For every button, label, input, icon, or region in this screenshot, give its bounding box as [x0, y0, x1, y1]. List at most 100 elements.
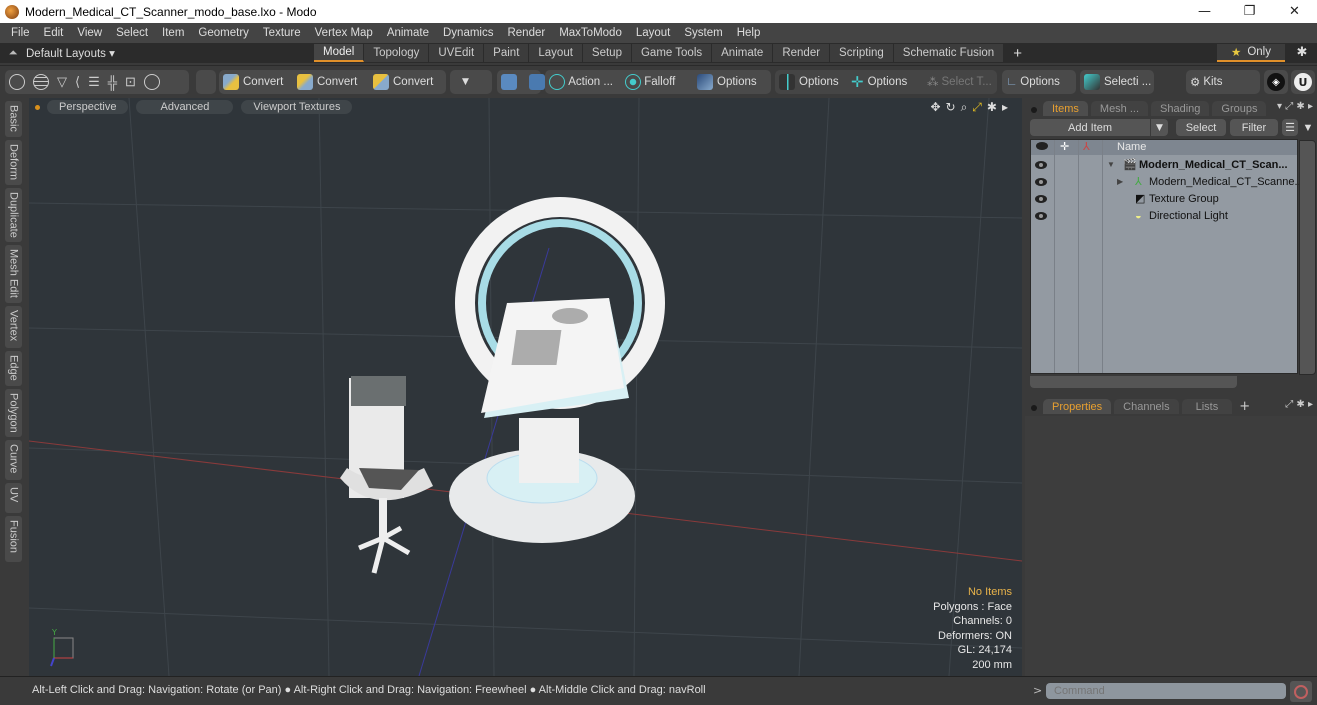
item-list-vertical-scrollbar[interactable] [1299, 140, 1316, 375]
materials-mode-button[interactable] [140, 70, 164, 94]
shield-button[interactable] [196, 70, 216, 94]
add-item-button[interactable]: Add Item [1030, 119, 1150, 136]
tab-properties[interactable]: Properties [1043, 399, 1112, 414]
viewport-expand-arrow-icon[interactable]: ▸ [1002, 100, 1008, 115]
left-tab-polygon[interactable]: Polygon [5, 389, 22, 437]
shading-dropdown[interactable]: Advanced [136, 100, 234, 114]
layout-pin-icon[interactable]: ⏶ [0, 46, 26, 60]
tab-scripting[interactable]: Scripting [830, 44, 894, 62]
item-row-texture-group[interactable]: ◩ Texture Group [1031, 190, 1297, 207]
menu-item[interactable]: Item [155, 27, 191, 39]
menu-texture[interactable]: Texture [256, 27, 308, 39]
add-tab-button[interactable]: + [1004, 44, 1032, 62]
item-row-directional-light[interactable]: ◒ Directional Light [1031, 207, 1297, 224]
minimize-button[interactable]: — [1182, 0, 1227, 23]
left-tab-basic[interactable]: Basic [5, 101, 22, 137]
view-mode-dropdown[interactable]: Perspective [47, 100, 129, 114]
item-row-mesh[interactable]: ▶ ⅄ Modern_Medical_CT_Scanne... [1031, 173, 1304, 190]
convert-button-2[interactable]: Convert [293, 70, 369, 94]
panel-options-icons[interactable]: ▾ ⤢ ✱ ▸ [1277, 101, 1313, 112]
menu-layout[interactable]: Layout [629, 27, 678, 39]
tab-model[interactable]: Model [314, 44, 365, 62]
pen-mode-button[interactable]: ▽ [53, 70, 71, 94]
pan-icon[interactable]: ✥ [930, 100, 940, 115]
panel-menu-dot[interactable] [1031, 405, 1037, 411]
tab-schematic-fusion[interactable]: Schematic Fusion [893, 44, 1005, 62]
select-through-button[interactable]: ⁂ Select T... [923, 70, 996, 94]
tab-lists[interactable]: Lists [1181, 399, 1233, 414]
tab-shading[interactable]: Shading [1151, 101, 1210, 116]
zoom-icon[interactable]: ⌕ [961, 100, 968, 115]
edges-mode-button[interactable]: ☰ [84, 70, 104, 94]
tab-render[interactable]: Render [773, 44, 831, 62]
vertex-mode-button[interactable] [5, 70, 29, 94]
menu-select[interactable]: Select [109, 27, 155, 39]
unity-button[interactable]: ◈ [1264, 70, 1288, 94]
funnel-icon[interactable]: ▼ [1300, 119, 1316, 136]
command-record-button[interactable] [1290, 681, 1312, 702]
menu-file[interactable]: File [4, 27, 37, 39]
tab-game-tools[interactable]: Game Tools [631, 44, 713, 62]
tab-channels[interactable]: Channels [1114, 399, 1179, 414]
path-mode-button[interactable]: ⟨ [71, 70, 84, 94]
left-tab-edge[interactable]: Edge [5, 351, 22, 386]
left-tab-mesh-edit[interactable]: Mesh Edit [5, 245, 22, 303]
expand-triangle-icon[interactable]: ▼ [1107, 160, 1115, 169]
eye-icon[interactable] [1035, 212, 1047, 220]
gear-icon[interactable]: ✱ [1292, 43, 1312, 63]
left-tab-uv[interactable]: UV [5, 483, 22, 513]
left-tab-deform[interactable]: Deform [5, 140, 22, 185]
item-row-scene[interactable]: ▼ 🎬 Modern_Medical_CT_Scan... [1031, 156, 1297, 173]
eye-icon[interactable] [1035, 195, 1047, 203]
command-input[interactable] [1046, 683, 1286, 699]
polygons-mode-button[interactable]: ╬ [104, 70, 121, 94]
select-button[interactable]: Select [1176, 119, 1226, 136]
restore-button[interactable]: ❐ [1227, 0, 1272, 23]
menu-geometry[interactable]: Geometry [191, 27, 256, 39]
left-tab-curve[interactable]: Curve [5, 440, 22, 480]
tab-layout[interactable]: Layout [529, 44, 583, 62]
tab-topology[interactable]: Topology [364, 44, 430, 62]
default-layouts-dropdown[interactable]: Default Layouts ▾ [26, 46, 316, 60]
only-toggle[interactable]: ★ Only [1217, 44, 1285, 62]
workplane-options-button[interactable]: ✛ Options [847, 70, 923, 94]
viewport-textures-dropdown[interactable]: Viewport Textures [241, 100, 353, 114]
eye-icon[interactable] [1035, 161, 1047, 169]
rotate-icon[interactable]: ↻ [946, 100, 956, 115]
unreal-button[interactable]: U [1291, 70, 1315, 94]
mesh-cube-dropdown[interactable]: ▼ [450, 70, 492, 94]
add-panel-tab-button[interactable]: + [1239, 399, 1250, 414]
menu-system[interactable]: System [677, 27, 729, 39]
snapping-options-button[interactable]: Options [775, 70, 847, 94]
left-tab-fusion[interactable]: Fusion [5, 516, 22, 562]
tab-mesh[interactable]: Mesh ... [1090, 101, 1149, 116]
panel-options-icons[interactable]: ⤢ ✱ ▸ [1285, 399, 1313, 410]
globe-mode-button[interactable] [29, 70, 53, 94]
menu-edit[interactable]: Edit [37, 27, 71, 39]
tab-paint[interactable]: Paint [484, 44, 530, 62]
menu-maxtomodo[interactable]: MaxToModo [552, 27, 629, 39]
tab-groups[interactable]: Groups [1212, 101, 1267, 116]
menu-vertex-map[interactable]: Vertex Map [308, 27, 380, 39]
panel-menu-dot[interactable] [1031, 107, 1037, 113]
snap-options-button[interactable]: ∟ Options [1002, 70, 1076, 94]
action-center-button[interactable]: Action ... [545, 70, 621, 94]
viewport-menu-dot[interactable] [35, 104, 40, 110]
tab-items[interactable]: Items [1043, 101, 1088, 116]
selection-sets-button[interactable]: Selecti ... [1080, 70, 1154, 94]
tab-uvedit[interactable]: UVEdit [429, 44, 485, 62]
3d-viewport[interactable]: Y Perspective Advanced Viewport Textures… [29, 98, 1022, 676]
left-tab-duplicate[interactable]: Duplicate [5, 188, 22, 242]
kits-button[interactable]: ⚙ Kits [1186, 70, 1260, 94]
left-tab-vertex[interactable]: Vertex [5, 306, 22, 348]
expand-triangle-icon[interactable]: ▶ [1117, 177, 1123, 186]
menu-animate[interactable]: Animate [380, 27, 436, 39]
menu-view[interactable]: View [70, 27, 109, 39]
convert-button-1[interactable]: Convert [219, 70, 293, 94]
filter-button[interactable]: Filter [1230, 119, 1278, 136]
tab-setup[interactable]: Setup [582, 44, 632, 62]
symmetry-button[interactable] [497, 70, 525, 94]
item-list-horizontal-scrollbar[interactable] [1030, 376, 1237, 388]
convert-button-3[interactable]: Convert [369, 70, 445, 94]
tab-animate[interactable]: Animate [712, 44, 774, 62]
